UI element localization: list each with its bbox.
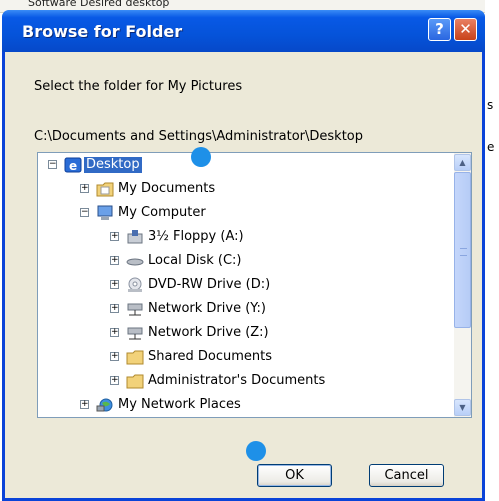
tree-item-network-drive-y[interactable]: + Network Drive (Y:)	[38, 299, 453, 321]
collapse-toggle[interactable]: −	[80, 208, 89, 217]
tree-item-label: Network Drive (Z:)	[148, 325, 269, 340]
tree-item-network-drive-z[interactable]: + Network Drive (Z:)	[38, 323, 453, 345]
my-computer-icon	[96, 205, 114, 221]
expand-toggle[interactable]: +	[110, 304, 119, 313]
click-marker	[191, 147, 211, 167]
dialog-title: Browse for Folder	[22, 22, 183, 41]
desktop-icon: e	[64, 157, 82, 173]
cancel-button[interactable]: Cancel	[369, 464, 444, 487]
tree-item-my-network-places[interactable]: + My Network Places	[38, 395, 453, 417]
scroll-down-button[interactable]: ▼	[454, 399, 471, 416]
expand-toggle[interactable]: +	[110, 232, 119, 241]
network-drive-icon	[126, 325, 144, 341]
local-disk-icon	[126, 253, 144, 269]
tree-vertical-scrollbar[interactable]: ▲ ▼	[454, 153, 471, 417]
help-button[interactable]: ?	[428, 18, 451, 41]
folder-icon	[126, 349, 144, 365]
grip-icon	[460, 248, 467, 256]
tree-item-administrators-documents[interactable]: + Administrator's Documents	[38, 371, 453, 393]
tree-item-label: Desktop	[84, 157, 142, 173]
background-window-text: Software Desired desktop	[28, 0, 170, 9]
dialog-body: Select the folder for My Pictures C:\Doc…	[5, 52, 482, 498]
tree-item-label: DVD-RW Drive (D:)	[148, 277, 271, 292]
expand-toggle[interactable]: +	[110, 256, 119, 265]
scroll-up-button[interactable]: ▲	[454, 154, 471, 171]
selected-path: C:\Documents and Settings\Administrator\…	[34, 129, 363, 144]
tree-item-label: Network Drive (Y:)	[148, 301, 266, 316]
expand-toggle[interactable]: +	[80, 400, 89, 409]
network-drive-icon	[126, 301, 144, 317]
close-button[interactable]: ✕	[454, 18, 477, 41]
expand-toggle[interactable]: +	[110, 280, 119, 289]
click-marker	[246, 441, 266, 461]
dialog-prompt: Select the folder for My Pictures	[34, 79, 243, 94]
tree-item-floppy[interactable]: + 3½ Floppy (A:)	[38, 227, 453, 249]
tree-item-label: 3½ Floppy (A:)	[148, 229, 244, 244]
tree-item-label: Administrator's Documents	[148, 373, 326, 388]
tree-item-label: Local Disk (C:)	[148, 253, 242, 268]
collapse-toggle[interactable]: −	[48, 160, 57, 169]
floppy-drive-icon	[126, 229, 144, 245]
tree-item-my-computer[interactable]: − My Computer	[38, 203, 453, 225]
expand-toggle[interactable]: +	[110, 328, 119, 337]
ok-button[interactable]: OK	[257, 464, 332, 487]
my-documents-icon	[96, 181, 114, 197]
tree-item-local-disk[interactable]: + Local Disk (C:)	[38, 251, 453, 273]
tree-item-dvd-drive[interactable]: + DVD-RW Drive (D:)	[38, 275, 453, 297]
scroll-thumb[interactable]	[454, 172, 471, 328]
tree-item-label: My Network Places	[118, 397, 241, 412]
tree-item-label: Shared Documents	[148, 349, 273, 364]
tree-item-my-documents[interactable]: + My Documents	[38, 179, 453, 201]
folder-tree[interactable]: − e Desktop + My Documents − My Computer…	[37, 152, 472, 418]
tree-item-shared-documents[interactable]: + Shared Documents	[38, 347, 453, 369]
expand-toggle[interactable]: +	[110, 376, 119, 385]
network-places-icon	[96, 397, 114, 413]
tree-item-label: My Documents	[118, 181, 216, 196]
title-bar[interactable]: Browse for Folder ? ✕	[2, 10, 485, 52]
background-window-edge: s e	[485, 0, 499, 501]
folder-icon	[126, 373, 144, 389]
dvd-drive-icon	[126, 277, 144, 293]
browse-for-folder-dialog: Browse for Folder ? ✕ Select the folder …	[2, 10, 485, 501]
svg-text:e: e	[69, 159, 77, 173]
tree-item-desktop[interactable]: − e Desktop	[38, 155, 453, 177]
expand-toggle[interactable]: +	[80, 184, 89, 193]
tree-item-label: My Computer	[118, 205, 206, 220]
expand-toggle[interactable]: +	[110, 352, 119, 361]
